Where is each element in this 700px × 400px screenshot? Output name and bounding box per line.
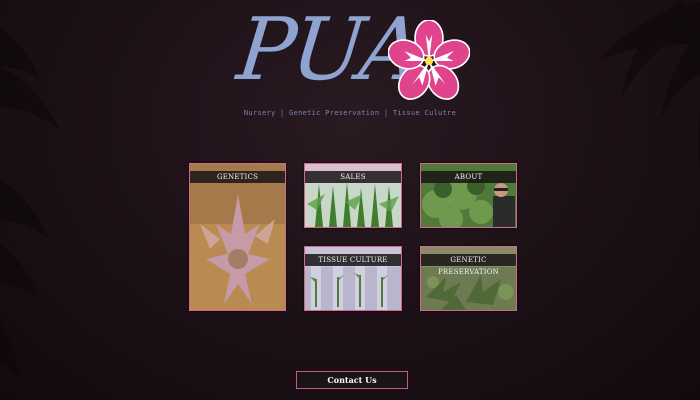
cannabis-bud-photo <box>190 164 285 310</box>
hibiscus-flower-icon <box>388 20 470 100</box>
tagline: Nursery | Genetic Preservation | Tissue … <box>243 109 457 117</box>
palm-silhouette-right <box>600 0 700 170</box>
tile-label-genetic-preservation: GENETIC PRESERVATION <box>421 254 516 276</box>
tile-label-genetics: GENETICS <box>190 171 285 183</box>
tile-label-about: ABOUT <box>421 171 516 183</box>
tile-genetic-preservation[interactable]: GENETIC PRESERVATION <box>420 246 517 311</box>
palm-silhouette-left <box>0 28 60 380</box>
tile-label-sales: SALES <box>305 171 401 183</box>
contact-us-button[interactable]: Contact Us <box>296 371 408 389</box>
tile-tissue-culture[interactable]: TISSUE CULTURE <box>304 246 402 311</box>
tile-about[interactable]: ABOUT <box>420 163 517 228</box>
logo[interactable]: PUA <box>233 0 470 106</box>
tile-genetics[interactable]: GENETICS <box>189 163 286 311</box>
tile-sales[interactable]: SALES <box>304 163 402 228</box>
tile-label-tissue-culture: TISSUE CULTURE <box>305 254 401 266</box>
